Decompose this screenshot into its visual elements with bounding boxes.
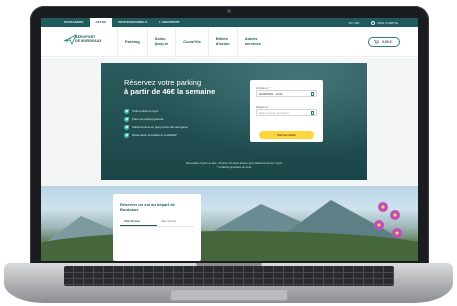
calendar-icon[interactable]	[310, 111, 314, 115]
feature-text: Stationnement au plus proche des aérogar…	[132, 125, 188, 129]
account-link[interactable]: MON COMPTE	[371, 20, 398, 25]
feature-item: Place de parking garantie	[124, 115, 188, 123]
arrival-value: 20/08/2025 - 12:00	[259, 92, 283, 96]
hero-footnote: Réservation 6 jours ou plus - 30 jours m…	[141, 162, 327, 169]
account-label: MON COMPTE	[377, 20, 398, 25]
hero-title-line2: à partir de 46€ la semaine	[124, 87, 216, 96]
feature-text: Place de parking garantie	[132, 117, 164, 121]
nav-autres-services[interactable]: Autres services	[236, 27, 268, 57]
see-prices-button[interactable]: Voir les tarifs	[259, 131, 314, 139]
user-icon	[371, 20, 376, 25]
logo-text: AEROPORT DE BORDEAUX	[75, 35, 102, 43]
tab-offre[interactable]: OFFRE	[89, 18, 113, 27]
check-icon	[124, 108, 129, 114]
flight-search-card: Réserver un vol au départ de Bordeaux Al…	[113, 194, 201, 261]
feature-item: Réservation annulable et modifiable*	[124, 131, 188, 139]
check-icon	[124, 132, 129, 138]
feature-text: Réservation annulable et modifiable*	[132, 133, 178, 137]
tab-aller-retour[interactable]: Aller-Retour	[120, 219, 157, 226]
tab-aller-simple[interactable]: Aller Simple	[157, 219, 194, 226]
flower	[390, 210, 400, 220]
hill	[41, 231, 418, 261]
main-nav: AEROPORT DE BORDEAUX Parking Salon (bar)…	[41, 27, 418, 57]
screen: PASSAGERS OFFRE PROFESSIONNELS L'AEROPOR…	[41, 18, 418, 261]
logo[interactable]: AEROPORT DE BORDEAUX	[63, 32, 105, 50]
arrival-field[interactable]: 20/08/2025 - 12:00	[256, 90, 317, 97]
flower	[378, 202, 388, 212]
departure-placeholder: Date et heure de départ	[259, 111, 289, 115]
feature-item: Tarifs réduits en ligne	[124, 107, 188, 115]
flower	[392, 228, 402, 238]
audience-bar: PASSAGERS OFFRE PROFESSIONNELS L'AEROPOR…	[41, 18, 418, 27]
nav-covoiturage[interactable]: Covoi'ille	[175, 27, 208, 57]
keyboard	[64, 266, 394, 286]
hero-title-line1: Réservez votre parking	[124, 78, 202, 87]
flowers	[372, 196, 408, 256]
language-switcher[interactable]: FR / EN	[349, 21, 360, 25]
nav-parking[interactable]: Parking	[117, 27, 147, 57]
flower	[374, 220, 384, 230]
nav-billets[interactable]: Billets d'avion	[207, 27, 237, 57]
parking-hero: Réservez votre parking à partir de 46€ l…	[101, 63, 367, 180]
feature-item: Stationnement au plus proche des aérogar…	[124, 123, 188, 131]
feature-text: Tarifs réduits en ligne	[132, 109, 159, 113]
calendar-icon[interactable]	[310, 92, 314, 96]
cart-total: 0,00 €	[382, 40, 392, 44]
tab-professionnels[interactable]: PROFESSIONNELS	[112, 18, 153, 27]
nav-salon[interactable]: Salon (bar)-le	[146, 27, 176, 57]
cart-button[interactable]: 0,00 €	[368, 37, 400, 47]
trackpad	[170, 289, 288, 301]
booking-form: Arrivée le * 20/08/2025 - 12:00 Départ l…	[250, 80, 323, 142]
departure-field[interactable]: Date et heure de départ	[256, 109, 317, 116]
landscape-banner: Réserver un vol au départ de Bordeaux Al…	[41, 186, 418, 261]
hero-section: Réservez votre parking à partir de 46€ l…	[41, 58, 418, 186]
check-icon	[124, 124, 129, 130]
check-icon	[124, 116, 129, 122]
feature-list: Tarifs réduits en ligne Place de parking…	[124, 107, 188, 139]
tab-aeroport[interactable]: L'AEROPORT	[153, 18, 186, 27]
tab-passagers[interactable]: PASSAGERS	[58, 18, 90, 27]
terms-link[interactable]: * conditions générales de vente	[141, 166, 327, 170]
flight-card-title: Réserver un vol au départ de Bordeaux	[120, 202, 175, 212]
cart-icon	[374, 40, 379, 44]
webcam	[227, 9, 231, 13]
trip-type-tabs: Aller-Retour Aller Simple	[120, 219, 194, 227]
